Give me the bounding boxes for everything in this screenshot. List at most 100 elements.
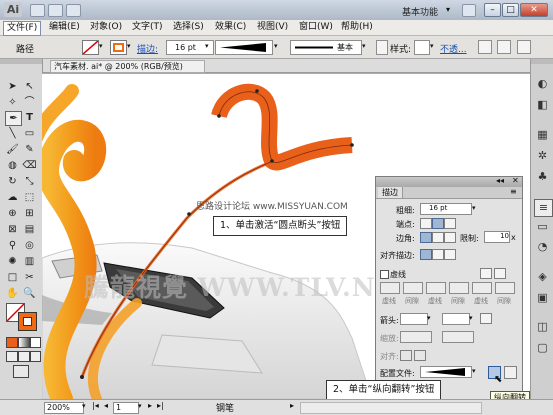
blob-brush-tool-icon[interactable]: ◍ xyxy=(5,159,20,172)
dash-input-3[interactable] xyxy=(472,282,492,294)
close-icon[interactable]: ✕ xyxy=(512,176,519,185)
chevron-down-icon[interactable]: ▾ xyxy=(427,314,431,322)
chevron-down-icon[interactable]: ▾ xyxy=(99,42,103,50)
chevron-down-icon[interactable]: ▾ xyxy=(472,367,476,375)
start-arrowhead-select[interactable] xyxy=(400,313,428,325)
minimize-button[interactable]: – xyxy=(484,3,501,17)
menu-object[interactable]: 对象(O) xyxy=(87,21,125,34)
align-center-button[interactable] xyxy=(420,249,432,260)
last-artboard-icon[interactable]: ▸| xyxy=(157,401,164,410)
chevron-down-icon[interactable]: ▾ xyxy=(472,204,476,212)
start-scale-input[interactable] xyxy=(400,331,432,343)
appearance-panel-icon[interactable]: ◈ xyxy=(534,269,551,285)
gradient-tool-icon[interactable]: ▤ xyxy=(22,223,37,236)
swap-arrowheads-button[interactable] xyxy=(480,313,492,324)
projecting-cap-button[interactable] xyxy=(444,218,456,229)
transparency-panel-icon[interactable]: ◔ xyxy=(534,239,551,255)
chevron-down-icon[interactable]: ▾ xyxy=(469,314,473,322)
variable-width-profile[interactable] xyxy=(215,40,273,55)
gradient-panel-icon[interactable]: ▭ xyxy=(534,219,551,235)
status-menu-arrow-icon[interactable]: ▸ xyxy=(290,401,294,410)
style-swatch[interactable] xyxy=(376,40,388,55)
draw-behind-icon[interactable] xyxy=(18,351,30,362)
none-mode-icon[interactable] xyxy=(30,337,41,348)
brush-definition[interactable]: 基本 xyxy=(290,40,362,55)
dash-input-1[interactable] xyxy=(380,282,400,294)
maximize-button[interactable]: □ xyxy=(502,3,519,17)
document-tab[interactable]: 汽车素材. ai* @ 200% (RGB/预览) xyxy=(50,60,205,73)
symbols-panel-icon[interactable]: ♣ xyxy=(534,169,551,185)
panel-menu-icon[interactable]: ≡ xyxy=(510,187,517,196)
artboard-tool-icon[interactable]: □ xyxy=(5,271,20,284)
round-join-button[interactable] xyxy=(432,232,444,243)
tab-stroke[interactable]: 描边 xyxy=(378,187,403,198)
round-cap-button[interactable] xyxy=(432,218,444,229)
arrow-tip-extend-button[interactable] xyxy=(400,350,412,361)
profile-select[interactable] xyxy=(420,366,472,378)
lasso-tool-icon[interactable]: ⌒ xyxy=(22,96,37,109)
workspace-switcher[interactable]: 基本功能 xyxy=(402,5,438,18)
rectangle-tool-icon[interactable]: ▭ xyxy=(22,127,37,140)
menu-icon[interactable] xyxy=(517,40,531,54)
menu-help[interactable]: 帮助(H) xyxy=(338,21,376,34)
menu-effect[interactable]: 效果(C) xyxy=(212,21,249,34)
chevron-down-icon[interactable]: ▾ xyxy=(430,42,434,50)
artboard-number-field[interactable]: 1 xyxy=(113,402,139,414)
dock-grip[interactable] xyxy=(531,59,553,64)
draw-inside-icon[interactable] xyxy=(30,351,41,362)
shape-builder-tool-icon[interactable]: ⊕ xyxy=(5,207,20,220)
menu-edit[interactable]: 编辑(E) xyxy=(46,21,83,34)
pen-tool-icon[interactable]: ✒ xyxy=(5,111,22,126)
chevron-down-icon[interactable]: ▾ xyxy=(274,42,278,50)
artboards-panel-icon[interactable]: ▢ xyxy=(534,340,551,356)
eyedropper-tool-icon[interactable]: ⚲ xyxy=(5,239,20,252)
arrow-tip-place-button[interactable] xyxy=(414,350,426,361)
align-outside-button[interactable] xyxy=(444,249,456,260)
miter-join-button[interactable] xyxy=(420,232,432,243)
stroke-swatch[interactable] xyxy=(110,40,127,55)
next-artboard-icon[interactable]: ▸ xyxy=(148,401,152,410)
gradient-mode-icon[interactable] xyxy=(18,337,30,348)
view-mode-icon[interactable] xyxy=(66,4,81,17)
scale-tool-icon[interactable]: ⤡ xyxy=(22,175,37,188)
perspective-grid-tool-icon[interactable]: ⊞ xyxy=(22,207,37,220)
gap-input-1[interactable] xyxy=(403,282,423,294)
panel-title-bar[interactable]: ◂◂ ✕ xyxy=(376,176,522,187)
first-artboard-icon[interactable]: |◂ xyxy=(92,401,99,410)
menu-view[interactable]: 视图(V) xyxy=(254,21,291,34)
pencil-tool-icon[interactable]: ✎ xyxy=(22,143,37,156)
previous-artboard-icon[interactable]: ◂ xyxy=(104,401,108,410)
blend-tool-icon[interactable]: ◎ xyxy=(22,239,37,252)
color-mode-icon[interactable] xyxy=(6,337,18,348)
mesh-tool-icon[interactable]: ⊠ xyxy=(5,223,20,236)
stroke-panel-icon[interactable]: ≡ xyxy=(534,199,553,217)
brushes-panel-icon[interactable]: ✲ xyxy=(534,148,551,164)
end-scale-input[interactable] xyxy=(442,331,474,343)
bevel-join-button[interactable] xyxy=(444,232,456,243)
graph-tool-icon[interactable]: ▥ xyxy=(22,255,37,268)
dashed-checkbox[interactable] xyxy=(380,270,389,279)
gap-input-2[interactable] xyxy=(449,282,469,294)
warp-tool-icon[interactable]: ☁ xyxy=(5,191,20,204)
screen-mode-icon[interactable] xyxy=(13,365,29,378)
direct-selection-tool-icon[interactable]: ↖ xyxy=(22,80,37,93)
color-panel-icon[interactable]: ◐ xyxy=(534,76,551,92)
eraser-tool-icon[interactable]: ⌫ xyxy=(22,159,37,172)
stroke-color-swatch[interactable] xyxy=(18,312,37,331)
paintbrush-tool-icon[interactable]: 🖌 xyxy=(5,143,20,156)
draw-normal-icon[interactable] xyxy=(6,351,18,362)
limit-input[interactable]: 10 xyxy=(484,231,510,243)
bridge-icon[interactable] xyxy=(30,4,45,17)
flip-across-button[interactable] xyxy=(504,366,517,379)
hand-tool-icon[interactable]: ✋ xyxy=(5,287,20,300)
butt-cap-button[interactable] xyxy=(420,218,432,229)
dash-preserve-button[interactable] xyxy=(494,268,506,279)
menu-select[interactable]: 选择(S) xyxy=(170,21,207,34)
graphic-styles-icon[interactable]: ▣ xyxy=(534,290,551,306)
chevron-down-icon[interactable]: ▾ xyxy=(127,42,131,50)
stroke-panel-link[interactable]: 描边: xyxy=(137,42,158,55)
zoom-tool-icon[interactable]: 🔍 xyxy=(22,287,37,300)
graphic-style-dropdown[interactable] xyxy=(414,40,430,55)
horizontal-scrollbar[interactable] xyxy=(300,402,482,414)
chevron-down-icon[interactable]: ▾ xyxy=(138,402,142,410)
